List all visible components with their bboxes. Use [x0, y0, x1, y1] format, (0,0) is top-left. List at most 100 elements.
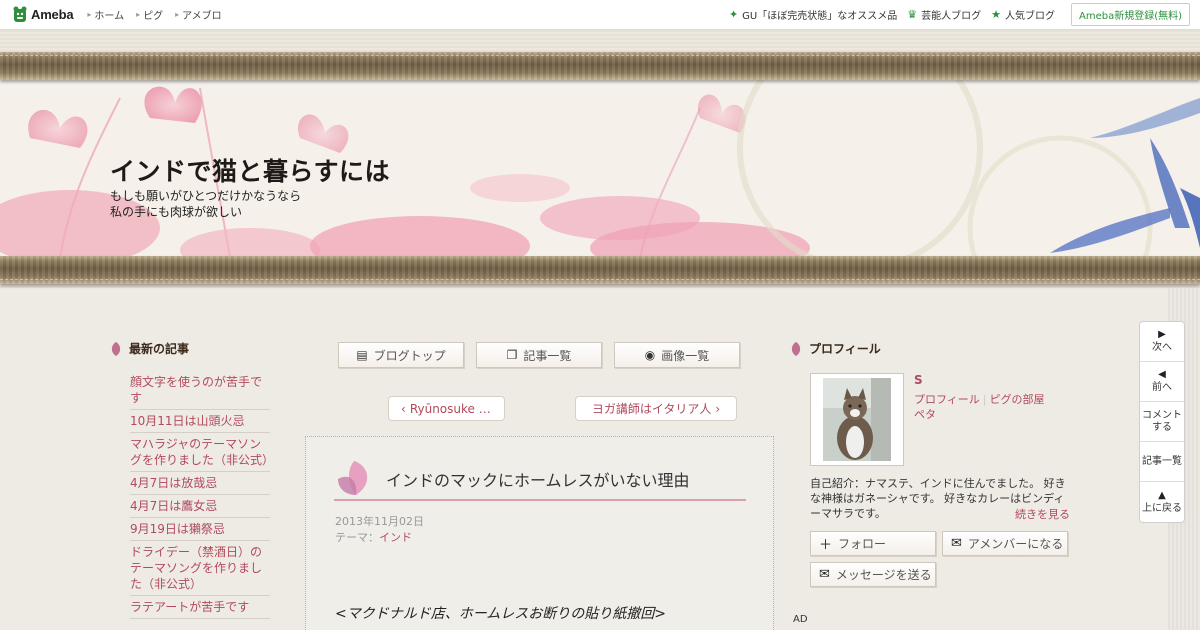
- header-frame-top: [0, 52, 1200, 80]
- header-promo-gu-label: GU「ほぼ完売状態」なオススメ品: [742, 11, 898, 22]
- header-links: ▸ ホーム ▸ ピグ ▸ アメブロ: [87, 7, 233, 22]
- blog-top-label: ブログトップ: [373, 348, 446, 363]
- blog-description: もしも願いがひとつだけかなうなら 私の手にも肉球が欲しい: [110, 188, 301, 220]
- ameba-logo-icon: [13, 6, 27, 22]
- side-nav-comment-line-2: する: [1152, 421, 1172, 433]
- header-frame-bottom: [0, 256, 1200, 284]
- prev-entry-label: Ryūnosuke …: [409, 401, 491, 416]
- blog-top-button[interactable]: ▤ ブログトップ: [338, 342, 464, 368]
- header-celebrity-blog-label: 芸能人ブログ: [921, 11, 982, 22]
- triangle-up-icon: ▲: [1158, 489, 1166, 501]
- recent-entry-link[interactable]: 4月7日は鷹女忌: [130, 495, 270, 518]
- header-link-ameblo-label: アメブロ: [182, 11, 222, 22]
- header-link-home[interactable]: ▸ ホーム: [87, 7, 124, 22]
- sparkle-icon: ✦: [728, 8, 739, 21]
- follow-label: フォロー: [838, 537, 887, 551]
- recent-entry-link[interactable]: ラテアートが苦手です: [130, 596, 270, 619]
- cat-photo: [823, 378, 891, 461]
- send-message-button[interactable]: ✉ メッセージを送る: [810, 562, 936, 587]
- side-nav-next-label: 次へ: [1152, 342, 1172, 353]
- recent-entry-link[interactable]: 4月7日は放哉忌: [130, 472, 270, 495]
- ameba-header-bar: Ameba ▸ ホーム ▸ ピグ ▸ アメブロ ✦ GU「ほぼ完売状態」なオススメ品 ♛…: [0, 0, 1200, 30]
- ameba-logo-text: Ameba: [31, 7, 74, 22]
- side-nav-comment-line-1: コメント: [1142, 409, 1182, 421]
- profile-sidebar: プロフィール S プロフィール | ピグの部屋 ペタ 自己紹介：ナマステ、インドに住…: [790, 340, 1080, 587]
- chevron-left-icon: ‹: [401, 401, 406, 416]
- header-promo-gu[interactable]: ✦ GU「ほぼ完売状態」なオススメ品: [729, 7, 897, 22]
- chat-bubble-icon: ✉: [951, 536, 962, 551]
- send-message-label: メッセージを送る: [835, 568, 932, 582]
- side-nav-next[interactable]: ▶ 次へ: [1140, 322, 1184, 362]
- entry-list-button[interactable]: ❐ 記事一覧: [476, 342, 602, 368]
- blog-title[interactable]: インドで猫と暮らすには: [110, 152, 390, 188]
- article-body-line: <マクドナルド店、ホームレスお断りの貼り紙撤回>: [335, 606, 667, 622]
- petal-icon: [791, 341, 801, 356]
- peta-link[interactable]: ペタ: [914, 408, 936, 421]
- entry-pager: ‹ Ryūnosuke … ヨガ講師はイタリア人 ›: [388, 396, 737, 421]
- header-left: Ameba ▸ ホーム ▸ ピグ ▸ アメブロ: [12, 6, 234, 24]
- header-link-ameblo[interactable]: ▸ アメブロ: [175, 7, 222, 22]
- header-link-pig-label: ピグ: [143, 11, 164, 22]
- profile-title: プロフィール: [809, 342, 881, 356]
- side-nav-prev[interactable]: ◀ 前へ: [1140, 362, 1184, 402]
- triangle-left-icon: ◀: [1158, 369, 1166, 380]
- profile-link[interactable]: プロフィール: [914, 393, 980, 406]
- petal-icon: [111, 341, 121, 356]
- image-list-label: 画像一覧: [661, 348, 710, 363]
- blog-description-line-1: もしも願いがひとつだけかなうなら: [110, 189, 302, 203]
- pig-room-link[interactable]: ピグの部屋: [990, 393, 1045, 406]
- article-card: インドのマックにホームレスがいない理由 2013年11月02日 テーマ：インド …: [305, 436, 774, 630]
- recent-entry-link[interactable]: 10月11日は山頭火忌: [130, 410, 270, 433]
- envelope-icon: ✉: [819, 567, 830, 582]
- recent-entry-link[interactable]: 9月19日は獺祭忌: [130, 518, 270, 541]
- recent-entries-title: 最新の記事: [129, 342, 190, 356]
- side-nav-prev-label: 前へ: [1152, 382, 1172, 393]
- amember-button[interactable]: ✉ アメンバーになる: [942, 531, 1068, 556]
- profile-name[interactable]: S: [914, 373, 923, 387]
- recent-entry-link[interactable]: 顔文字を使うのが苦手です: [130, 371, 270, 410]
- recent-entries-sidebar: 最新の記事 顔文字を使うのが苦手です 10月11日は山頭火忌 マハラジャのテーマ…: [110, 340, 274, 619]
- arrow-right-icon: ▸: [136, 10, 141, 19]
- header-celebrity-blog[interactable]: ♛ 芸能人ブログ: [907, 7, 981, 22]
- recent-entries-list: 顔文字を使うのが苦手です 10月11日は山頭火忌 マハラジャのテーマソングを作り…: [130, 371, 274, 619]
- recent-entries-heading: 最新の記事: [110, 340, 270, 357]
- floating-side-nav: ▶ 次へ ◀ 前へ コメント する 記事一覧 ▲ 上に戻る: [1139, 321, 1185, 523]
- prev-entry-button[interactable]: ‹ Ryūnosuke …: [388, 396, 505, 421]
- blog-description-line-2: 私の手にも肉球が欲しい: [110, 205, 243, 219]
- read-more-link[interactable]: 続きを見る: [1015, 506, 1070, 522]
- article-theme-label: テーマ：: [335, 531, 379, 544]
- star-icon: ★: [991, 8, 1001, 21]
- header-popular-blog[interactable]: ★ 人気ブログ: [991, 7, 1055, 22]
- amember-label: アメンバーになる: [967, 537, 1064, 551]
- next-entry-label: ヨガ講師はイタリア人: [591, 402, 712, 416]
- profile-avatar[interactable]: [810, 373, 904, 466]
- next-entry-button[interactable]: ヨガ講師はイタリア人 ›: [575, 396, 737, 421]
- side-nav-top-label: 上に戻る: [1142, 502, 1182, 514]
- header-popular-blog-label: 人気ブログ: [1004, 11, 1055, 22]
- side-nav-back-to-top[interactable]: ▲ 上に戻る: [1140, 482, 1184, 522]
- image-list-button[interactable]: ◉ 画像一覧: [614, 342, 740, 368]
- profile-links: プロフィール | ピグの部屋 ペタ: [914, 392, 1064, 422]
- header-banner-image: インドで猫と暮らすには もしも願いがひとつだけかなうなら 私の手にも肉球が欲しい: [0, 78, 1200, 258]
- article-theme: テーマ：インド: [335, 529, 412, 545]
- follow-button[interactable]: ＋ フォロー: [810, 531, 936, 556]
- article-theme-link[interactable]: インド: [379, 531, 412, 544]
- plus-icon: ＋: [819, 538, 833, 553]
- side-nav-entry-list[interactable]: 記事一覧: [1140, 442, 1184, 482]
- camera-icon: ◉: [644, 348, 656, 362]
- arrow-right-icon: ▸: [175, 10, 180, 19]
- side-nav-comment[interactable]: コメント する: [1140, 402, 1184, 442]
- article-title[interactable]: インドのマックにホームレスがいない理由: [386, 467, 690, 491]
- ameba-logo[interactable]: Ameba: [12, 6, 74, 24]
- header-link-home-label: ホーム: [94, 11, 125, 22]
- recent-entry-link[interactable]: マハラジャのテーマソングを作りました（非公式）: [130, 433, 274, 472]
- profile-heading: プロフィール: [790, 340, 1080, 357]
- article-header: インドのマックにホームレスがいない理由: [334, 455, 746, 501]
- side-nav-entry-list-label: 記事一覧: [1142, 455, 1182, 467]
- recent-entry-link[interactable]: ドライデー（禁酒日）のテーマソングを作りました（非公式）: [130, 541, 270, 596]
- lotus-petal-icon: [338, 461, 368, 495]
- document-list-icon: ▤: [356, 348, 368, 362]
- header-link-pig[interactable]: ▸ ピグ: [136, 7, 163, 22]
- register-button[interactable]: Ameba新規登録(無料): [1070, 3, 1190, 26]
- ad-label: AD: [793, 614, 808, 625]
